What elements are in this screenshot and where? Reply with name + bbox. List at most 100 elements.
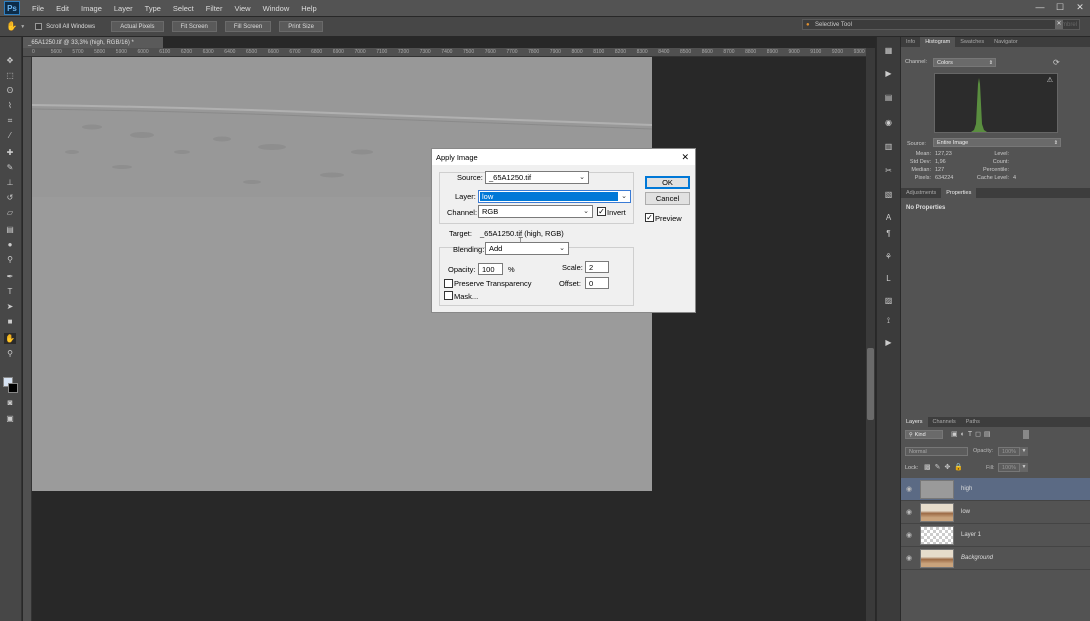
minimize-icon[interactable]: — <box>1030 0 1050 14</box>
tab-swatches[interactable]: Swatches <box>955 37 989 47</box>
styles-panel-icon[interactable]: ⟟ <box>882 315 895 326</box>
opacity-input[interactable]: 100% <box>998 447 1020 456</box>
healing-brush-tool-icon[interactable]: ✚ <box>4 147 16 158</box>
preview-checkbox[interactable]: ✓ <box>645 213 654 222</box>
filter-toggle-icon[interactable] <box>1023 430 1029 439</box>
lock-icons[interactable]: ▩✎✥🔒 <box>924 463 967 471</box>
brush-tool-icon[interactable]: ✎ <box>4 162 16 173</box>
document-tab[interactable]: _65A1250.tif @ 33,3% (high, RGB/16) * <box>23 37 163 48</box>
move-tool-icon[interactable]: ✥ <box>4 55 16 66</box>
paragraph-panel-icon[interactable]: A <box>882 212 895 223</box>
tab-navigator[interactable]: Navigator <box>989 37 1023 47</box>
clone-source-icon[interactable]: ⚘ <box>882 251 895 262</box>
document-panel-icon[interactable]: ▤ <box>882 92 895 103</box>
measurement-icon[interactable]: L <box>882 273 895 284</box>
zoom-tool-icon[interactable]: ⚲ <box>4 348 16 359</box>
fill-screen-button[interactable]: Fill Screen <box>224 21 272 32</box>
path-select-tool-icon[interactable]: ➤ <box>4 301 16 312</box>
dodge-tool-icon[interactable]: ⚲ <box>4 254 16 265</box>
offset-field[interactable]: 0 <box>585 277 609 289</box>
scroll-all-checkbox[interactable] <box>35 23 43 30</box>
tab-histogram[interactable]: Histogram <box>920 37 956 47</box>
tool-preset-arrow-icon[interactable]: ▼ <box>20 24 25 30</box>
menu-type[interactable]: Type <box>139 4 167 13</box>
tab-layers[interactable]: Layers <box>901 417 928 427</box>
eraser-tool-icon[interactable]: ▱ <box>4 207 16 218</box>
tab-paths[interactable]: Paths <box>961 417 985 427</box>
tab-channels[interactable]: Channels <box>928 417 961 427</box>
blur-tool-icon[interactable]: ● <box>4 239 16 250</box>
hand-tool-icon[interactable]: ✋ <box>4 333 16 344</box>
fit-screen-button[interactable]: Fit Screen <box>171 21 217 32</box>
histogram-source-select[interactable]: Entire Image ⇕ <box>933 138 1061 147</box>
tool-presets-icon[interactable]: ✂ <box>882 165 895 176</box>
canvas-vertical-scrollbar[interactable] <box>866 48 875 621</box>
eyedropper-tool-icon[interactable]: ⁄ <box>4 130 16 141</box>
maximize-icon[interactable]: ☐ <box>1050 0 1070 14</box>
history-brush-tool-icon[interactable]: ↺ <box>4 192 16 203</box>
preserve-transparency-checkbox[interactable] <box>444 279 453 288</box>
quick-select-tool-icon[interactable]: ⌇ <box>4 100 16 111</box>
fill-dropdown-icon[interactable]: ▼ <box>1020 463 1028 472</box>
pen-tool-icon[interactable]: ✒ <box>4 271 16 282</box>
mask-checkbox[interactable] <box>444 291 453 300</box>
timeline-panel-icon[interactable]: ▶ <box>882 337 895 348</box>
eye-icon[interactable]: ◉ <box>901 531 917 539</box>
menu-file[interactable]: File <box>26 4 50 13</box>
opacity-dropdown-icon[interactable]: ▼ <box>1020 447 1028 456</box>
camera-panel-icon[interactable]: ◉ <box>882 117 895 128</box>
print-size-button[interactable]: Print Size <box>279 21 323 32</box>
eye-icon[interactable]: ◉ <box>901 554 917 562</box>
menu-image[interactable]: Image <box>75 4 108 13</box>
actual-pixels-button[interactable]: Actual Pixels <box>111 21 164 32</box>
layer-row-low[interactable]: ◉ low <box>901 501 1090 524</box>
layer-select[interactable]: low ⌄ <box>478 190 631 203</box>
character-panel-icon[interactable] <box>882 189 895 200</box>
menu-filter[interactable]: Filter <box>200 4 229 13</box>
scale-field[interactable]: 2 <box>585 261 609 273</box>
gradient-tool-icon[interactable]: ▤ <box>4 224 16 235</box>
cancel-button[interactable]: Cancel <box>645 192 690 205</box>
menu-layer[interactable]: Layer <box>108 4 139 13</box>
quick-mask-icon[interactable]: ◙ <box>4 397 16 408</box>
layer-row-background[interactable]: ◉ Background <box>901 547 1090 570</box>
blend-mode-select[interactable]: Normal <box>905 447 968 456</box>
menu-window[interactable]: Window <box>257 4 296 13</box>
marquee-tool-icon[interactable]: ⬚ <box>4 70 16 81</box>
background-color-swatch[interactable] <box>8 383 18 393</box>
channel-select[interactable]: RGB ⌄ <box>478 205 593 218</box>
close-window-icon[interactable]: ✕ <box>1070 0 1090 14</box>
opacity-field[interactable]: 100 <box>478 263 503 275</box>
menu-help[interactable]: Help <box>295 4 322 13</box>
fill-input[interactable]: 100% <box>998 463 1020 472</box>
layer-comps-icon[interactable]: ▥ <box>882 141 895 152</box>
layer-filter-select[interactable]: ⚲ Kind <box>905 430 943 439</box>
canvas-scroll-thumb[interactable] <box>867 348 874 420</box>
glyphs-panel-icon[interactable]: ¶ <box>882 228 895 239</box>
history-panel-icon[interactable]: ▦ <box>882 45 895 56</box>
invert-checkbox[interactable]: ✓ <box>597 207 606 216</box>
layer-filter-icons[interactable]: ▣◐T◻▤ <box>951 430 994 438</box>
clone-stamp-tool-icon[interactable]: ⊥ <box>4 177 16 188</box>
crop-tool-icon[interactable]: ⌗ <box>4 115 16 126</box>
rectangle-tool-icon[interactable]: ■ <box>4 316 16 327</box>
tab-info[interactable]: Info <box>901 37 920 47</box>
selective-tool-bar[interactable]: ● Selective Tool ✕ <box>802 19 1080 30</box>
tab-properties[interactable]: Properties <box>941 188 977 198</box>
close-icon[interactable]: ✕ <box>681 152 689 163</box>
refresh-icon[interactable]: ⟳ <box>1053 58 1060 67</box>
layer-row-high[interactable]: ◉ high <box>901 478 1090 501</box>
menu-select[interactable]: Select <box>167 4 200 13</box>
menu-edit[interactable]: Edit <box>50 4 75 13</box>
type-tool-icon[interactable]: T <box>4 286 16 297</box>
screen-mode-icon[interactable]: ▣ <box>4 413 16 424</box>
menu-view[interactable]: View <box>228 4 256 13</box>
lasso-tool-icon[interactable]: ʘ <box>4 85 16 96</box>
tab-adjustments[interactable]: Adjustments <box>901 188 941 198</box>
histogram-channel-select[interactable]: Colors ⇕ <box>933 58 996 67</box>
eye-icon[interactable]: ◉ <box>901 508 917 516</box>
eye-icon[interactable]: ◉ <box>901 485 917 493</box>
swatch-panel-icon[interactable]: ▨ <box>882 295 895 306</box>
source-select[interactable]: _65A1250.tif ⌄ <box>485 171 589 184</box>
actions-panel-icon[interactable]: ▶ <box>882 68 895 79</box>
